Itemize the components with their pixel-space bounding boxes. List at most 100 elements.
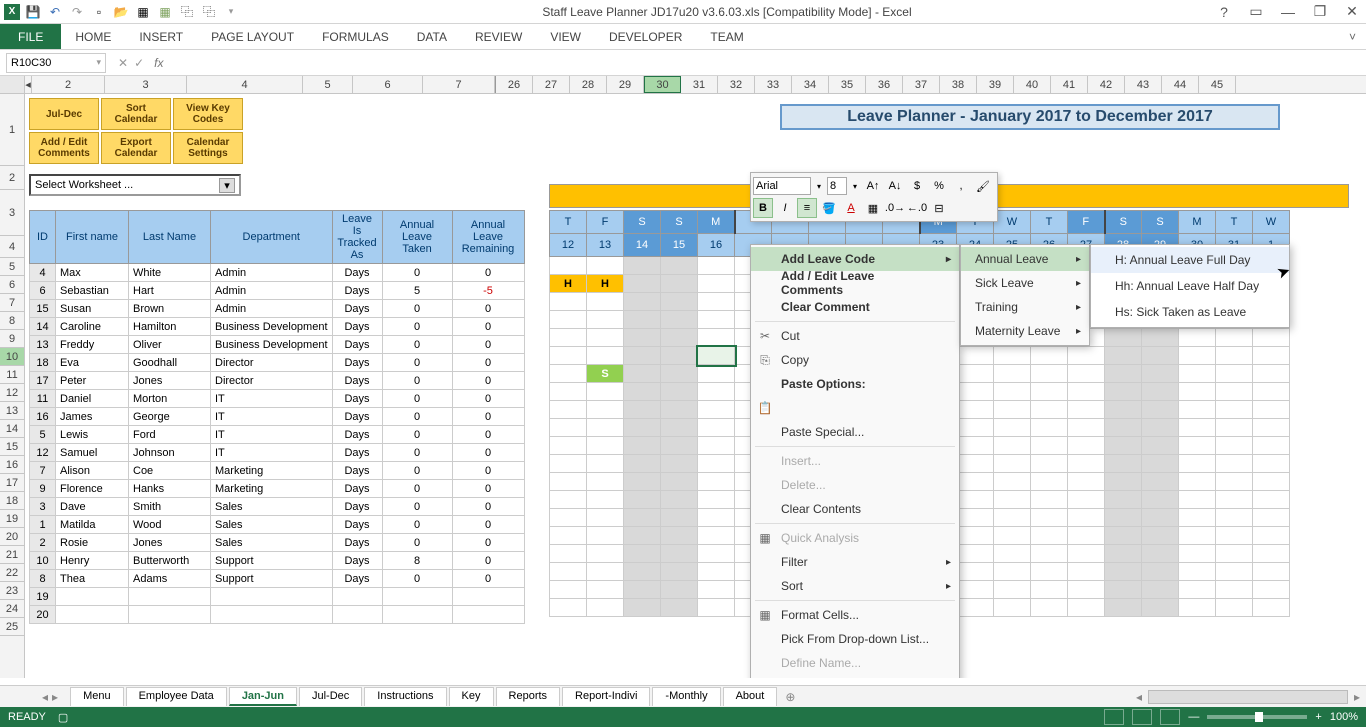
- day-cell[interactable]: [550, 527, 587, 545]
- day-cell[interactable]: [1253, 473, 1290, 491]
- day-cell[interactable]: [698, 581, 735, 599]
- context-menu-item[interactable]: Clear Comment: [751, 295, 959, 319]
- zoom-in-icon[interactable]: +: [1315, 711, 1321, 723]
- day-cell[interactable]: [1068, 473, 1105, 491]
- day-cell[interactable]: [1031, 455, 1068, 473]
- redo-icon[interactable]: ↷: [68, 3, 86, 21]
- day-cell[interactable]: [1105, 599, 1142, 617]
- day-cell[interactable]: [1105, 365, 1142, 383]
- day-cell[interactable]: [957, 401, 994, 419]
- add-edit-comments-button[interactable]: Add / Edit Comments: [29, 132, 99, 164]
- day-cell[interactable]: [1253, 329, 1290, 347]
- save-icon[interactable]: 💾: [24, 3, 42, 21]
- day-cell[interactable]: [1031, 419, 1068, 437]
- day-cell[interactable]: [1105, 473, 1142, 491]
- day-cell[interactable]: [624, 599, 661, 617]
- day-cell[interactable]: [1105, 545, 1142, 563]
- row-header[interactable]: 5: [0, 258, 24, 276]
- day-cell[interactable]: [1253, 419, 1290, 437]
- day-cell[interactable]: [1142, 365, 1179, 383]
- tab-home[interactable]: HOME: [61, 24, 125, 49]
- tab-team[interactable]: TEAM: [696, 24, 757, 49]
- increase-decimal-icon[interactable]: .0→: [885, 198, 905, 218]
- day-cell[interactable]: [624, 347, 661, 365]
- day-cell[interactable]: [1216, 365, 1253, 383]
- row-header[interactable]: 6: [0, 276, 24, 294]
- ribbon-options-icon[interactable]: ▭: [1246, 3, 1266, 21]
- close-icon[interactable]: ✕: [1342, 3, 1362, 21]
- row-header[interactable]: 11: [0, 366, 24, 384]
- day-cell[interactable]: [1142, 401, 1179, 419]
- italic-button[interactable]: I: [775, 198, 795, 218]
- select-all-corner[interactable]: [0, 76, 25, 93]
- col-header[interactable]: 44: [1162, 76, 1199, 93]
- font-name-input[interactable]: [753, 177, 811, 195]
- accounting-format-icon[interactable]: $: [907, 176, 927, 196]
- day-cell[interactable]: [1068, 527, 1105, 545]
- day-cell[interactable]: [994, 491, 1031, 509]
- day-cell[interactable]: [587, 401, 624, 419]
- day-cell[interactable]: [994, 347, 1031, 365]
- submenu-item[interactable]: Sick Leave▸: [961, 271, 1089, 295]
- day-cell[interactable]: [1142, 491, 1179, 509]
- enter-formula-icon[interactable]: ✓: [134, 56, 144, 70]
- sheet-nav-prev-icon[interactable]: ◂: [42, 690, 48, 704]
- col-header[interactable]: 7: [423, 76, 495, 93]
- increase-font-icon[interactable]: A↑: [863, 176, 883, 196]
- ribbon-collapse-icon[interactable]: ˅: [1339, 24, 1366, 49]
- context-menu-item[interactable]: ⎘Copy: [751, 348, 959, 372]
- day-cell[interactable]: [1142, 383, 1179, 401]
- submenu-item[interactable]: Maternity Leave▸: [961, 319, 1089, 343]
- decrease-decimal-icon[interactable]: ←.0: [907, 198, 927, 218]
- normal-view-icon[interactable]: [1104, 709, 1124, 725]
- row-header[interactable]: 18: [0, 492, 24, 510]
- day-cell[interactable]: [1068, 545, 1105, 563]
- row-header[interactable]: 15: [0, 438, 24, 456]
- day-cell[interactable]: [698, 365, 735, 383]
- day-cell[interactable]: [698, 257, 735, 275]
- day-cell[interactable]: [624, 455, 661, 473]
- bold-button[interactable]: B: [753, 198, 773, 218]
- day-cell[interactable]: [550, 581, 587, 599]
- day-cell[interactable]: [1179, 581, 1216, 599]
- day-cell[interactable]: [661, 545, 698, 563]
- day-cell[interactable]: [587, 473, 624, 491]
- sheet-tab[interactable]: About: [723, 687, 778, 706]
- day-cell[interactable]: [1031, 599, 1068, 617]
- row-header[interactable]: 12: [0, 384, 24, 402]
- day-cell[interactable]: [1105, 437, 1142, 455]
- day-cell[interactable]: [624, 293, 661, 311]
- day-cell[interactable]: [661, 293, 698, 311]
- day-cell[interactable]: [1142, 347, 1179, 365]
- day-cell[interactable]: [957, 545, 994, 563]
- context-menu-item[interactable]: Add / Edit Leave Comments: [751, 271, 959, 295]
- qat-icon-3[interactable]: ⿻: [178, 3, 196, 21]
- day-cell[interactable]: [1216, 437, 1253, 455]
- day-cell[interactable]: [587, 257, 624, 275]
- day-cell[interactable]: [698, 599, 735, 617]
- sheet-tab[interactable]: Key: [449, 687, 494, 706]
- day-cell[interactable]: [1068, 401, 1105, 419]
- day-cell[interactable]: [994, 401, 1031, 419]
- day-cell[interactable]: [1105, 527, 1142, 545]
- sheet-tab[interactable]: Jan-Jun: [229, 687, 297, 706]
- row-header[interactable]: 19: [0, 510, 24, 528]
- day-cell[interactable]: [957, 563, 994, 581]
- day-cell[interactable]: [1179, 545, 1216, 563]
- day-cell[interactable]: [698, 347, 735, 365]
- day-cell[interactable]: [1216, 545, 1253, 563]
- day-cell[interactable]: [550, 311, 587, 329]
- day-cell[interactable]: [1179, 347, 1216, 365]
- day-cell[interactable]: [1179, 383, 1216, 401]
- day-cell[interactable]: [1216, 491, 1253, 509]
- undo-icon[interactable]: ↶: [46, 3, 64, 21]
- day-cell[interactable]: [550, 473, 587, 491]
- context-menu-item[interactable]: Clear Contents: [751, 497, 959, 521]
- day-cell[interactable]: [957, 365, 994, 383]
- row-header[interactable]: 1: [0, 94, 24, 166]
- row-header[interactable]: 9: [0, 330, 24, 348]
- day-cell[interactable]: [1253, 347, 1290, 365]
- day-cell[interactable]: [1031, 581, 1068, 599]
- day-cell[interactable]: [994, 545, 1031, 563]
- day-cell[interactable]: [661, 491, 698, 509]
